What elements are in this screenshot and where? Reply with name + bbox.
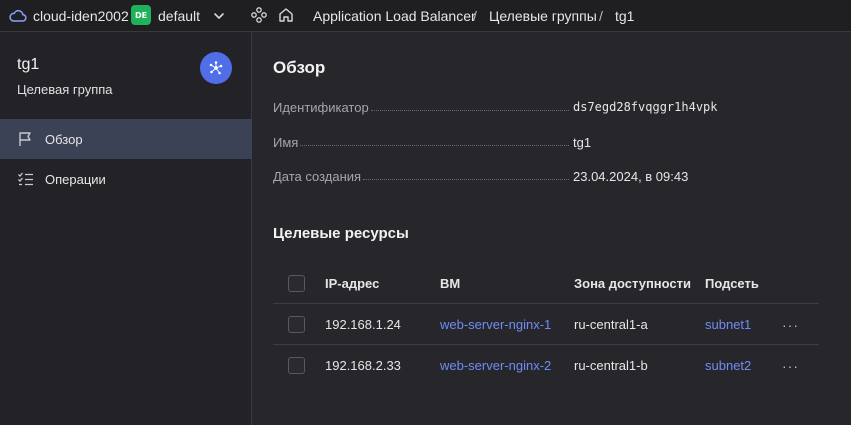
- breadcrumb-current: tg1: [615, 8, 635, 24]
- vm-link[interactable]: web-server-nginx-1: [440, 317, 551, 332]
- field-value: ds7egd28fvqggr1h4vpk: [573, 100, 718, 114]
- field-value: 23.04.2024, в 09:43: [573, 169, 689, 184]
- field-label: Имя: [273, 135, 299, 150]
- column-header-zone[interactable]: Зона доступности: [574, 276, 691, 291]
- row-checkbox[interactable]: [288, 357, 305, 374]
- breadcrumb-alb[interactable]: Application Load Balancer: [313, 8, 476, 24]
- column-header-subnet[interactable]: Подсеть: [705, 276, 759, 291]
- folder-selector[interactable]: default: [158, 8, 200, 24]
- row-actions-button[interactable]: ···: [782, 317, 799, 333]
- cloud-icon[interactable]: [9, 8, 27, 24]
- main-content: Обзор Идентификатор ds7egd28fvqggr1h4vpk…: [253, 32, 851, 425]
- top-bar: cloud-iden2002 DE default Application Lo…: [0, 0, 851, 32]
- leader-dots: [300, 145, 569, 146]
- target-group-action-button[interactable]: [200, 52, 232, 84]
- resource-title: tg1: [17, 56, 40, 73]
- row-actions-button[interactable]: ···: [782, 358, 799, 374]
- sidebar-item-operations[interactable]: Операции: [0, 159, 252, 199]
- leader-dots: [363, 179, 569, 180]
- field-value: tg1: [573, 135, 592, 150]
- column-header-vm[interactable]: ВМ: [440, 276, 460, 291]
- column-header-ip[interactable]: IP-адрес: [325, 276, 379, 291]
- subnet-link[interactable]: subnet1: [705, 317, 751, 332]
- vm-link[interactable]: web-server-nginx-2: [440, 358, 551, 373]
- breadcrumb-separator: /: [473, 8, 477, 24]
- subnet-link[interactable]: subnet2: [705, 358, 751, 373]
- zone-cell: ru-central1-b: [574, 358, 648, 373]
- sidebar: tg1 Целевая группа Обзор Операции: [0, 32, 252, 425]
- breadcrumb-separator: /: [599, 8, 603, 24]
- table-row: 192.168.2.33 web-server-nginx-2 ru-centr…: [273, 345, 819, 386]
- resource-type: Целевая группа: [17, 82, 113, 97]
- chevron-down-icon[interactable]: [212, 9, 226, 23]
- sidebar-item-overview[interactable]: Обзор: [0, 119, 252, 159]
- field-label: Дата создания: [273, 169, 362, 184]
- field-name: Имя tg1: [273, 135, 833, 153]
- zone-cell: ru-central1-a: [574, 317, 648, 332]
- flag-icon: [19, 132, 31, 146]
- breadcrumb-target-groups[interactable]: Целевые группы: [489, 8, 597, 24]
- home-icon[interactable]: [277, 6, 295, 24]
- field-label: Идентификатор: [273, 100, 369, 115]
- checklist-icon: [18, 172, 33, 186]
- table-row: 192.168.1.24 web-server-nginx-1 ru-centr…: [273, 304, 819, 345]
- sidebar-item-label: Обзор: [45, 132, 83, 147]
- services-icon[interactable]: [250, 6, 268, 24]
- folder-badge: DE: [131, 5, 151, 25]
- table-header: IP-адрес ВМ Зона доступности Подсеть: [273, 263, 819, 304]
- ip-cell: 192.168.2.33: [325, 358, 401, 373]
- cloud-selector[interactable]: cloud-iden2002: [33, 8, 129, 24]
- field-id: Идентификатор ds7egd28fvqggr1h4vpk: [273, 100, 833, 118]
- row-checkbox[interactable]: [288, 316, 305, 333]
- select-all-checkbox[interactable]: [288, 275, 305, 292]
- ip-cell: 192.168.1.24: [325, 317, 401, 332]
- leader-dots: [370, 110, 569, 111]
- section-title-overview: Обзор: [273, 58, 326, 77]
- sidebar-item-label: Операции: [45, 172, 106, 187]
- section-title-targets: Целевые ресурсы: [273, 225, 409, 242]
- network-icon: [209, 61, 223, 75]
- field-created: Дата создания 23.04.2024, в 09:43: [273, 169, 833, 187]
